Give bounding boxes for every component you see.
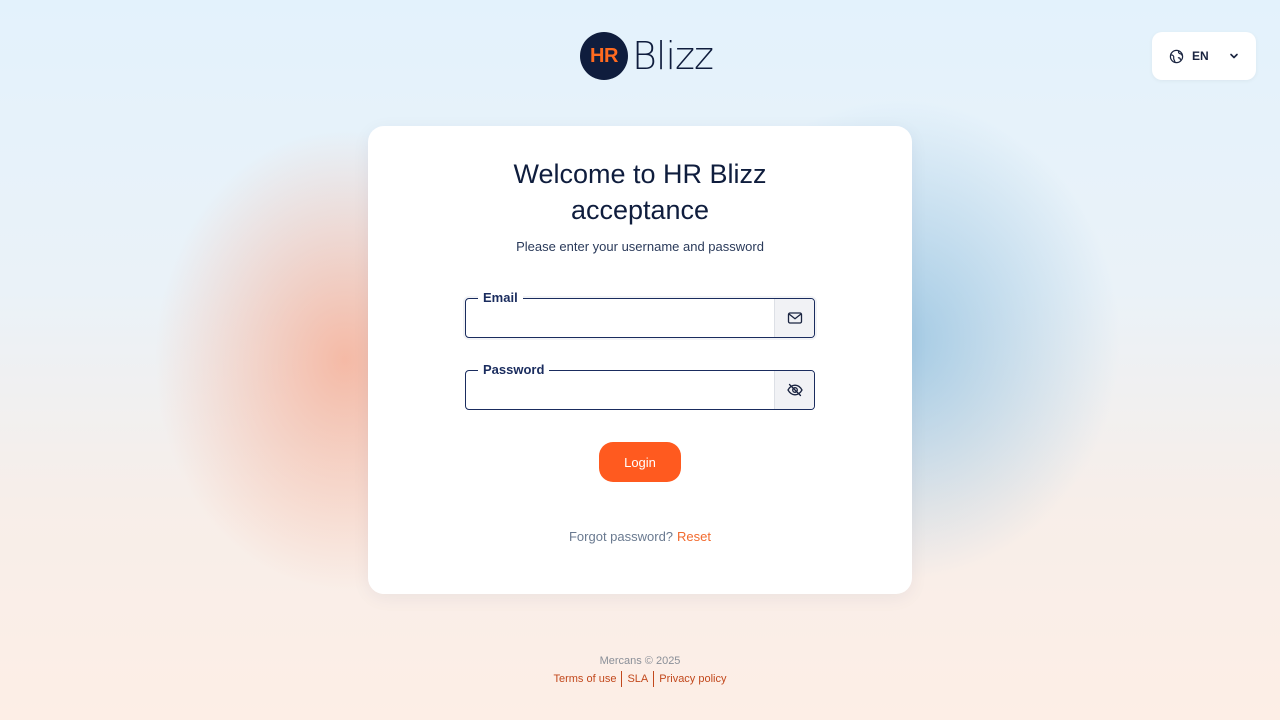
login-button[interactable]: Login — [599, 442, 681, 482]
title-line-1: Welcome to HR Blizz — [513, 159, 767, 189]
reset-link[interactable]: Reset — [677, 529, 711, 544]
footer-links: Terms of use SLA Privacy policy — [0, 671, 1280, 687]
title-line-2: acceptance — [570, 195, 710, 225]
language-selector[interactable]: EN — [1152, 32, 1256, 80]
logo-badge: HR — [580, 32, 628, 80]
page-subtitle: Please enter your username and password — [516, 239, 764, 254]
mail-icon — [774, 299, 814, 337]
forgot-password-text: Forgot password? — [568, 529, 674, 544]
forgot-password-row: Forgot password? Reset — [0, 529, 1280, 544]
language-code: EN — [1192, 49, 1209, 63]
email-field: Email — [465, 289, 815, 338]
password-field: Password — [465, 361, 815, 410]
copyright: Mercans © 2025 — [599, 655, 681, 667]
eye-off-icon[interactable] — [774, 371, 814, 409]
page-title: Welcome to HR Blizz acceptance — [0, 156, 1280, 228]
globe-icon — [1169, 49, 1184, 64]
terms-of-use-link[interactable]: Terms of use — [548, 671, 621, 687]
chevron-down-icon — [1229, 51, 1239, 61]
logo-text: Blizz — [632, 34, 714, 78]
sla-link[interactable]: SLA — [622, 671, 653, 687]
hr-blizz-logo: HR Blizz — [580, 32, 714, 80]
email-label: Email — [478, 289, 523, 307]
password-label: Password — [478, 361, 550, 379]
privacy-policy-link[interactable]: Privacy policy — [654, 671, 731, 687]
